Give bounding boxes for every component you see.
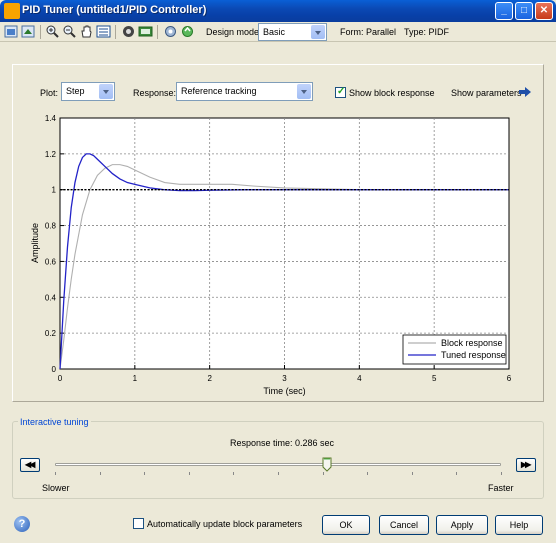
y-tick-label: 0.2 xyxy=(45,329,57,338)
apply-button[interactable]: Apply xyxy=(436,515,488,535)
y-tick-label: 1 xyxy=(52,186,57,195)
slider-tick xyxy=(411,472,413,475)
x-tick-label: 5 xyxy=(432,374,437,383)
y-tick-label: 0.8 xyxy=(45,222,57,231)
y-axis-label: Amplitude xyxy=(30,223,40,263)
x-tick-label: 6 xyxy=(507,374,512,383)
slider-tick xyxy=(501,472,502,475)
slider-tick xyxy=(55,472,56,475)
y-tick-label: 0.4 xyxy=(45,293,57,302)
slider-tick xyxy=(367,472,369,475)
response-time-label: Response time: 0.286 sec xyxy=(230,438,335,448)
response-time-slider-thumb[interactable] xyxy=(322,457,332,472)
response-time-slider-track[interactable] xyxy=(55,463,501,466)
ok-button[interactable]: OK xyxy=(322,515,370,535)
x-tick-label: 3 xyxy=(282,374,287,383)
y-tick-label: 0.6 xyxy=(45,257,57,266)
cancel-button[interactable]: Cancel xyxy=(379,515,429,535)
faster-label: Faster xyxy=(488,483,514,493)
x-axis-label: Time (sec) xyxy=(263,386,305,396)
legend-block-response: Block response xyxy=(441,338,503,348)
x-tick-label: 0 xyxy=(58,374,63,383)
slider-tick xyxy=(233,472,235,475)
auto-update-label[interactable]: Automatically update block parameters xyxy=(147,519,302,529)
slider-tick xyxy=(278,472,279,475)
slider-tick xyxy=(188,472,190,475)
slider-tick xyxy=(144,472,146,475)
y-tick-label: 1.4 xyxy=(45,114,57,123)
interactive-tuning-panel xyxy=(12,421,544,499)
double-right-arrow-icon: ▶▶ xyxy=(521,460,531,469)
slider-tick xyxy=(99,472,101,475)
y-tick-label: 1.2 xyxy=(45,150,57,159)
slower-step-button[interactable]: ◀◀ xyxy=(20,458,40,472)
x-tick-label: 4 xyxy=(357,374,362,383)
slower-label: Slower xyxy=(42,483,70,493)
interactive-tuning-title: Interactive tuning xyxy=(18,417,91,427)
chart-legend: Block response Tuned response xyxy=(402,334,507,365)
double-left-arrow-icon: ◀◀ xyxy=(25,460,35,469)
legend-tuned-response: Tuned response xyxy=(441,350,506,360)
help-icon[interactable]: ? xyxy=(14,516,30,532)
slider-tick xyxy=(322,472,324,475)
help-button[interactable]: Help xyxy=(495,515,543,535)
faster-step-button[interactable]: ▶▶ xyxy=(516,458,536,472)
y-tick-label: 0 xyxy=(52,365,57,374)
x-tick-label: 1 xyxy=(133,374,138,383)
auto-update-checkbox[interactable] xyxy=(133,518,144,529)
slider-tick xyxy=(456,472,458,475)
x-tick-label: 2 xyxy=(207,374,212,383)
